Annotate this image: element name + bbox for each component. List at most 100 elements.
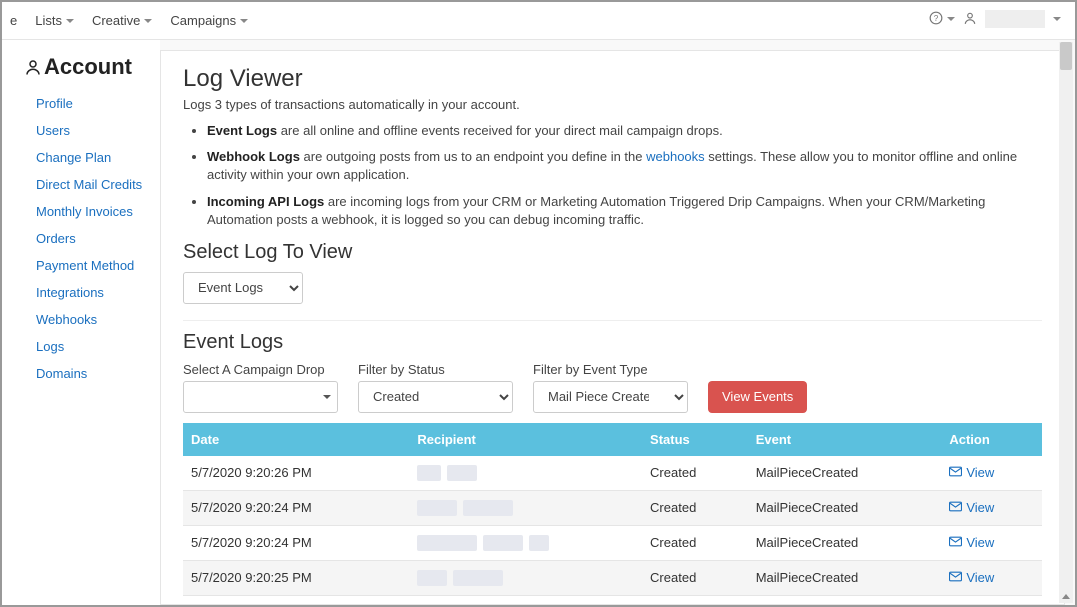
sidebar-item-payment-method[interactable]: Payment Method	[24, 252, 150, 279]
user-icon[interactable]	[963, 11, 977, 28]
caret-icon	[947, 17, 955, 21]
cell-action: View	[941, 456, 1042, 491]
cell-recipient	[409, 456, 642, 491]
help-menu[interactable]: ?	[929, 11, 955, 28]
cell-action: View	[941, 490, 1042, 525]
cell-status: Created	[642, 456, 748, 491]
sidebar-item-integrations[interactable]: Integrations	[24, 279, 150, 306]
filters: Select A Campaign Drop Filter by Status …	[183, 362, 1042, 413]
sidebar-title: Account	[24, 54, 150, 80]
caret-icon	[144, 19, 152, 23]
cell-date: 5/7/2020 9:20:24 PM	[183, 525, 409, 560]
cell-event: MailPieceCreated	[748, 525, 942, 560]
sidebar-item-users[interactable]: Users	[24, 117, 150, 144]
caret-icon	[1053, 17, 1061, 21]
nav-item-campaigns[interactable]: Campaigns	[170, 13, 248, 28]
event-type-filter-label: Filter by Event Type	[533, 362, 688, 377]
cell-action: View	[941, 525, 1042, 560]
col-status: Status	[642, 423, 748, 456]
mail-icon	[949, 465, 962, 480]
cell-status: Created	[642, 595, 748, 605]
campaign-drop-select[interactable]	[183, 381, 338, 413]
mail-icon	[949, 535, 962, 550]
cell-date: 5/7/2020 9:20:26 PM	[183, 456, 409, 491]
cell-date: 5/7/2020 9:20:24 PM	[183, 490, 409, 525]
sidebar-item-domains[interactable]: Domains	[24, 360, 150, 387]
caret-icon	[66, 19, 74, 23]
webhooks-link[interactable]: webhooks	[646, 149, 705, 164]
select-log-heading: Select Log To View	[183, 241, 1042, 264]
cell-event: MailPieceCreated	[748, 560, 942, 595]
topnav: e Lists Creative Campaigns	[10, 13, 248, 28]
page-title: Log Viewer	[183, 65, 1042, 93]
topbar: e Lists Creative Campaigns ?	[2, 2, 1075, 40]
nav-item-partial[interactable]: e	[10, 13, 17, 28]
sidebar-item-direct-mail-credits[interactable]: Direct Mail Credits	[24, 171, 150, 198]
cell-recipient	[409, 560, 642, 595]
bullet-event-logs: Event Logs are all online and offline ev…	[207, 122, 1042, 140]
table-row: 5/7/2020 9:20:24 PM CreatedMailPieceCreat…	[183, 595, 1042, 605]
sidebar-item-logs[interactable]: Logs	[24, 333, 150, 360]
cell-recipient	[409, 490, 642, 525]
sidebar: Account Profile Users Change Plan Direct…	[2, 40, 160, 605]
cell-date: 5/7/2020 9:20:25 PM	[183, 560, 409, 595]
table-row: 5/7/2020 9:20:24 PM CreatedMailPieceCreat…	[183, 525, 1042, 560]
nav-label: Lists	[35, 13, 62, 28]
sidebar-item-profile[interactable]: Profile	[24, 90, 150, 117]
table-row: 5/7/2020 9:20:24 PM CreatedMailPieceCreat…	[183, 490, 1042, 525]
nav-item-lists[interactable]: Lists	[35, 13, 74, 28]
bullet-api-logs: Incoming API Logs are incoming logs from…	[207, 193, 1042, 229]
scroll-down-icon[interactable]	[1059, 589, 1073, 603]
view-events-button[interactable]: View Events	[708, 381, 807, 413]
col-action: Action	[941, 423, 1042, 456]
cell-event: MailPieceCreated	[748, 595, 942, 605]
status-filter-label: Filter by Status	[358, 362, 513, 377]
table-row: 5/7/2020 9:20:26 PM CreatedMailPieceCreat…	[183, 456, 1042, 491]
view-link[interactable]: View	[949, 570, 994, 585]
campaign-drop-label: Select A Campaign Drop	[183, 362, 338, 377]
cell-action: View	[941, 595, 1042, 605]
cell-event: MailPieceCreated	[748, 456, 942, 491]
nav-item-creative[interactable]: Creative	[92, 13, 152, 28]
separator	[183, 320, 1042, 321]
help-icon: ?	[929, 11, 943, 28]
cell-status: Created	[642, 490, 748, 525]
bullet-webhook-logs: Webhook Logs are outgoing posts from us …	[207, 148, 1042, 184]
sidebar-item-orders[interactable]: Orders	[24, 225, 150, 252]
event-logs-heading: Event Logs	[183, 331, 1042, 354]
account-icon	[24, 58, 42, 76]
cell-status: Created	[642, 525, 748, 560]
event-type-filter-select[interactable]: Mail Piece Created	[533, 381, 688, 413]
status-filter-select[interactable]: Created	[358, 381, 513, 413]
scrollbar-thumb[interactable]	[1060, 42, 1072, 70]
caret-icon	[240, 19, 248, 23]
event-log-table: Date Recipient Status Event Action 5/7/2…	[183, 423, 1042, 605]
cell-action: View	[941, 560, 1042, 595]
main-panel: Log Viewer Logs 3 types of transactions …	[160, 50, 1065, 605]
cell-recipient	[409, 525, 642, 560]
view-link[interactable]: View	[949, 535, 994, 550]
sidebar-item-monthly-invoices[interactable]: Monthly Invoices	[24, 198, 150, 225]
vertical-scrollbar[interactable]	[1059, 42, 1073, 603]
cell-status: Created	[642, 560, 748, 595]
page-intro: Logs 3 types of transactions automatical…	[183, 97, 1042, 112]
sidebar-item-change-plan[interactable]: Change Plan	[24, 144, 150, 171]
cell-date: 5/7/2020 9:20:24 PM	[183, 595, 409, 605]
user-name-redacted[interactable]	[985, 10, 1045, 28]
nav-label: Creative	[92, 13, 140, 28]
mail-icon	[949, 570, 962, 585]
cell-event: MailPieceCreated	[748, 490, 942, 525]
select-log-type[interactable]: Event Logs	[183, 272, 303, 304]
sidebar-item-webhooks[interactable]: Webhooks	[24, 306, 150, 333]
view-link[interactable]: View	[949, 500, 994, 515]
table-row: 5/7/2020 9:20:25 PM CreatedMailPieceCreat…	[183, 560, 1042, 595]
nav-label: Campaigns	[170, 13, 236, 28]
col-event: Event	[748, 423, 942, 456]
col-recipient: Recipient	[409, 423, 642, 456]
mail-icon	[949, 500, 962, 515]
col-date: Date	[183, 423, 409, 456]
topbar-right: ?	[929, 10, 1061, 28]
cell-recipient	[409, 595, 642, 605]
view-link[interactable]: View	[949, 465, 994, 480]
svg-text:?: ?	[934, 13, 939, 22]
